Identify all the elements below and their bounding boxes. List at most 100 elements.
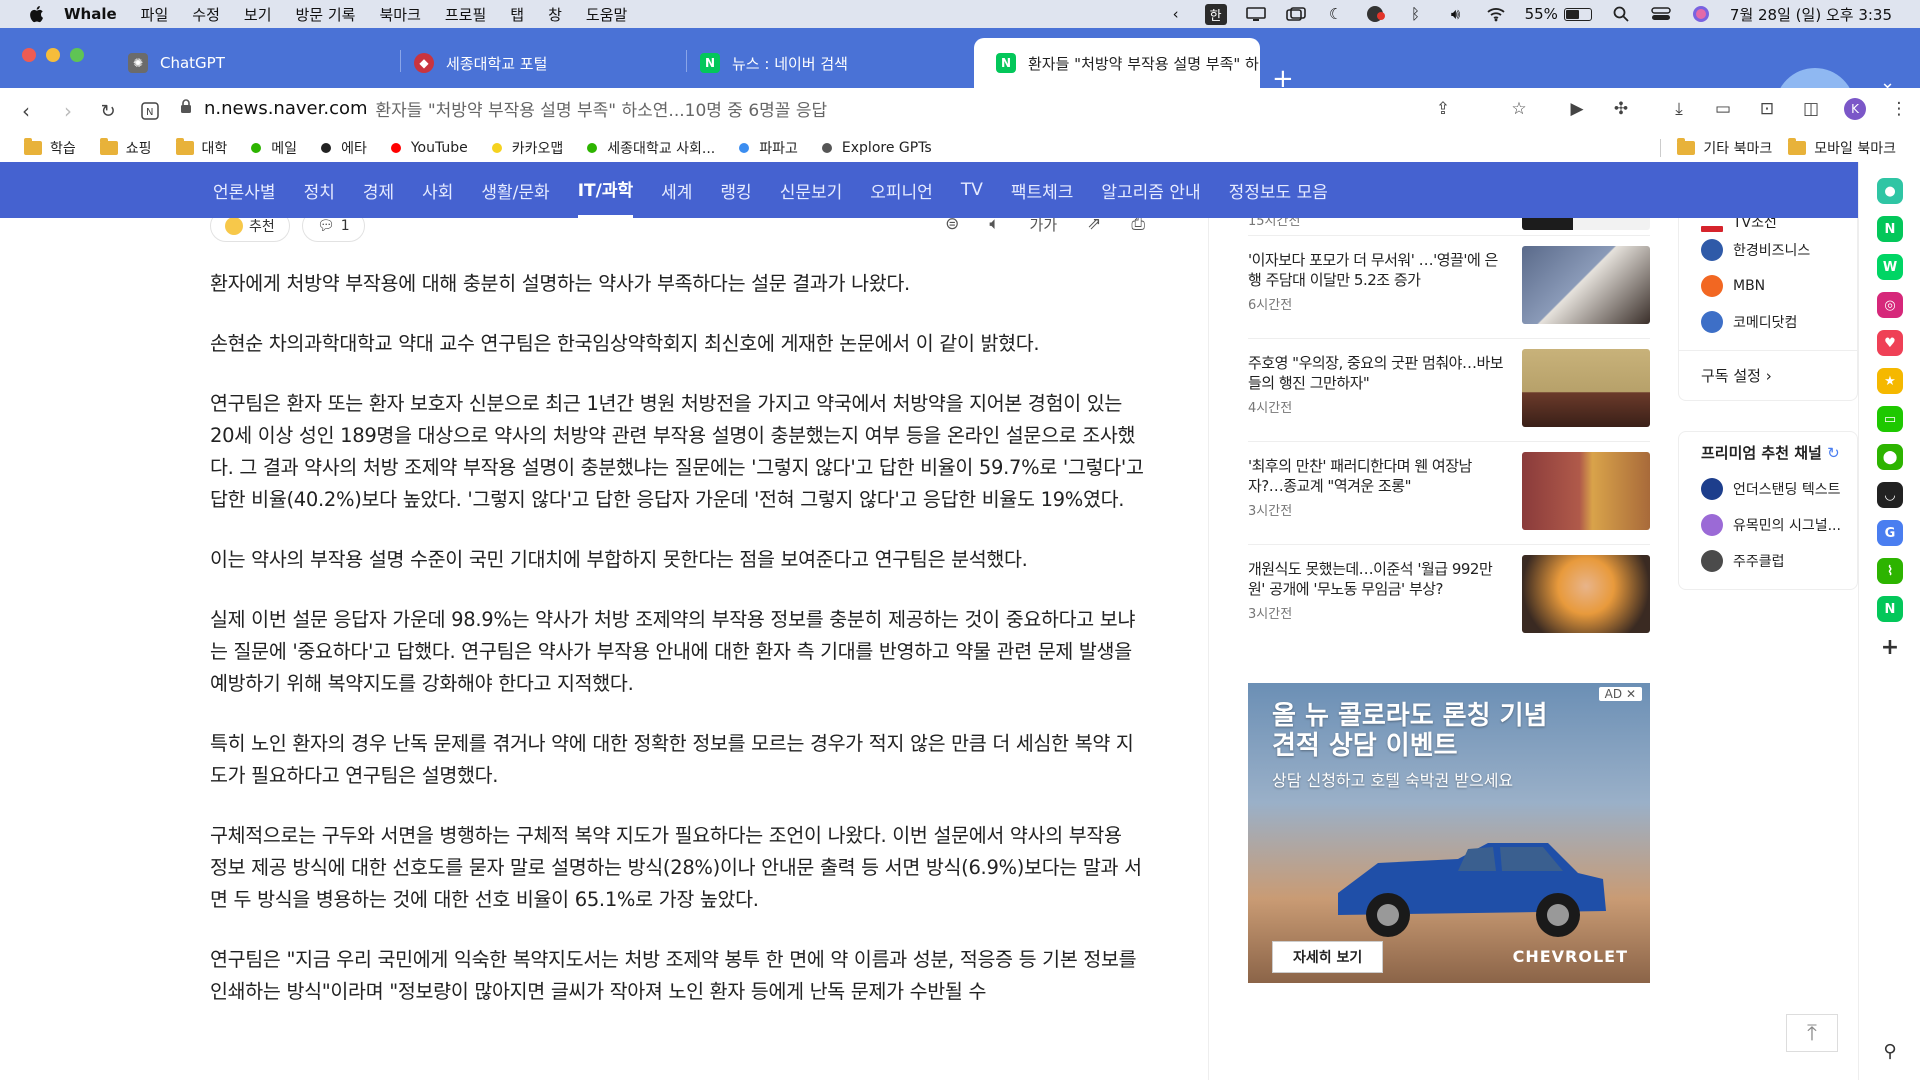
channel-item[interactable]: 언더스탠딩 텍스트 — [1701, 471, 1857, 507]
bookmark-mobile[interactable]: 모바일 북마크 — [1788, 138, 1896, 158]
print-icon[interactable]: ⎙ — [1131, 218, 1145, 235]
download-icon[interactable]: ⤓ — [1668, 98, 1690, 120]
share-icon[interactable]: ⇗ — [1087, 218, 1101, 235]
advertisement-banner[interactable]: AD ✕ 올 뉴 콜로라도 론칭 기념 견적 상담 이벤트 상담 신청하고 호텔 … — [1248, 683, 1650, 983]
category-tab[interactable]: IT/과학 — [577, 162, 634, 218]
video-icon[interactable]: ▶ — [1566, 98, 1588, 120]
control-center-icon[interactable] — [1650, 6, 1672, 22]
category-tab[interactable]: 세계 — [661, 162, 692, 218]
close-icon[interactable]: ✕ — [1626, 687, 1636, 701]
font-size-button[interactable]: 가가 — [1030, 218, 1058, 235]
naver-icon[interactable]: N — [1877, 216, 1903, 242]
tab-naver-search[interactable]: N 뉴스 : 네이버 검색 — [678, 38, 968, 88]
more-menu-icon[interactable]: ⋮ — [1888, 98, 1910, 120]
ad-badge[interactable]: AD ✕ — [1598, 687, 1642, 701]
reload-icon[interactable]: ↻ — [96, 99, 120, 123]
menu-help[interactable]: 도움말 — [586, 4, 627, 25]
window-icon[interactable] — [1285, 6, 1307, 22]
map-icon[interactable]: ⬤ — [1877, 444, 1903, 470]
search-icon[interactable] — [1610, 6, 1632, 22]
news-item[interactable]: '최후의 만찬' 패러디한다며 웬 여장남자?…종교계 "역겨운 조롱" 3시간… — [1248, 442, 1650, 545]
address-field[interactable]: n.news.naver.com 환자들 "처방약 부작용 설명 부족" 하소연… — [180, 96, 827, 121]
wifi-icon[interactable] — [1485, 6, 1507, 22]
apple-icon[interactable] — [28, 5, 46, 23]
menu-edit[interactable]: 수정 — [192, 4, 220, 25]
battery-status[interactable]: 55% — [1525, 5, 1592, 23]
menu-app-name[interactable]: Whale — [64, 5, 117, 23]
naver-cafe-icon[interactable]: N — [1877, 596, 1903, 622]
siri-icon[interactable] — [1690, 6, 1712, 22]
bookmark-item[interactable]: 메일 — [251, 138, 297, 158]
bookmark-item[interactable]: 세종대학교 사회... — [587, 138, 715, 158]
bookmark-item[interactable]: 학습 — [24, 138, 76, 158]
recommend-button[interactable]: 추천 — [210, 218, 290, 242]
share-icon[interactable]: ⇪ — [1432, 98, 1454, 120]
mobile-window-icon[interactable]: ▭ — [1712, 98, 1734, 120]
channel-item[interactable]: MBN — [1701, 268, 1857, 304]
category-tab[interactable]: 정치 — [304, 162, 335, 218]
add-panel-icon[interactable]: + — [1877, 634, 1903, 660]
news-item[interactable]: 개원식도 못했는데…이준석 '월급 992만원' 공개에 '무노동 무임금' 부… — [1248, 545, 1650, 648]
tab-article-active[interactable]: N 환자들 "처방약 부작용 설명 부족" 하 — [974, 38, 1260, 88]
naver-home-icon[interactable]: N — [138, 99, 162, 123]
category-tab[interactable]: 언론사별 — [213, 162, 276, 218]
minimize-window-button[interactable] — [46, 48, 60, 62]
bookmark-star-icon[interactable]: ☆ — [1508, 98, 1530, 120]
profile-avatar[interactable]: K — [1844, 98, 1866, 120]
bookmark-item[interactable]: Explore GPTs — [821, 140, 932, 156]
display-icon[interactable] — [1245, 6, 1267, 22]
bookmark-item[interactable]: 대학 — [175, 138, 227, 158]
moon-icon[interactable]: ☾ — [1325, 5, 1347, 23]
ad-cta-button[interactable]: 자세히 보기 — [1272, 941, 1384, 973]
channel-item[interactable]: 코메디닷컴 — [1701, 304, 1857, 340]
sidebar-toggle-icon[interactable]: ◫ — [1800, 98, 1822, 120]
news-item[interactable]: 15시간전 — [1248, 218, 1650, 236]
menu-file[interactable]: 파일 — [141, 4, 169, 25]
translate-icon[interactable]: G — [1877, 520, 1903, 546]
category-tab[interactable]: 경제 — [363, 162, 394, 218]
category-tab[interactable]: 팩트체크 — [1011, 162, 1074, 218]
extensions-icon[interactable]: ✣ — [1610, 98, 1632, 120]
bookmark-item[interactable]: 카카오맵 — [491, 138, 563, 158]
whale-space-icon[interactable]: ● — [1877, 178, 1903, 204]
menu-history[interactable]: 방문 기록 — [296, 4, 356, 25]
stock-icon[interactable]: ⌇ — [1877, 558, 1903, 584]
subscribe-settings-link[interactable]: 구독 설정 › — [1679, 350, 1857, 394]
maximize-window-button[interactable] — [70, 48, 84, 62]
volume-icon[interactable]: 🔊︎ — [1445, 5, 1467, 23]
channel-item[interactable]: 한경비즈니스 — [1701, 232, 1857, 268]
audio-icon[interactable]: 🔈︎ — [989, 218, 999, 235]
category-tab[interactable]: 알고리즘 안내 — [1101, 162, 1200, 218]
capture-icon[interactable]: ⊡ — [1756, 98, 1778, 120]
bookmark-item[interactable]: 파파고 — [739, 138, 798, 158]
close-window-button[interactable] — [22, 48, 36, 62]
menu-profile[interactable]: 프로필 — [445, 4, 486, 25]
webtoon-icon[interactable]: W — [1877, 254, 1903, 280]
forward-icon[interactable]: › — [56, 99, 80, 123]
category-tab[interactable]: 생활/문화 — [481, 162, 549, 218]
comment-button[interactable]: 💬︎ 1 — [302, 218, 365, 242]
refresh-icon[interactable]: ↻ — [1827, 444, 1840, 462]
bookmark-item[interactable]: YouTube — [390, 140, 468, 156]
news-item[interactable]: 주호영 "우의장, 중요의 굿판 멈춰야…바보들의 행진 그만하자" 4시간전 — [1248, 339, 1650, 442]
menu-bookmarks[interactable]: 북마크 — [379, 4, 420, 25]
bookmark-item[interactable]: 에타 — [321, 138, 367, 158]
bookmark-other[interactable]: 기타 북마크 — [1677, 138, 1772, 158]
tab-chatgpt[interactable]: ✺ ChatGPT — [106, 38, 396, 88]
menu-tab[interactable]: 탭 — [510, 4, 524, 25]
category-tab[interactable]: 오피니언 — [870, 162, 933, 218]
menubar-clock[interactable]: 7월 28일 (일) 오후 3:35 — [1730, 4, 1892, 25]
bluetooth-icon[interactable]: ᛒ — [1405, 5, 1427, 23]
tab-sejong-portal[interactable]: ◆ 세종대학교 포털 — [392, 38, 682, 88]
menu-view[interactable]: 보기 — [244, 4, 272, 25]
menu-window[interactable]: 창 — [548, 4, 562, 25]
notification-icon[interactable] — [1365, 6, 1387, 22]
channel-item[interactable]: 유목민의 시그널... — [1701, 507, 1857, 543]
scroll-to-top-button[interactable]: ⤒ — [1786, 1014, 1838, 1052]
bookmark-item[interactable]: 쇼핑 — [99, 138, 152, 158]
category-tab[interactable]: 사회 — [422, 162, 453, 218]
category-tab[interactable]: 랭킹 — [720, 162, 751, 218]
channel-item[interactable]: 주주클럽 — [1701, 543, 1857, 579]
instagram-icon[interactable]: ◎ — [1877, 292, 1903, 318]
category-tab[interactable]: 신문보기 — [780, 162, 843, 218]
